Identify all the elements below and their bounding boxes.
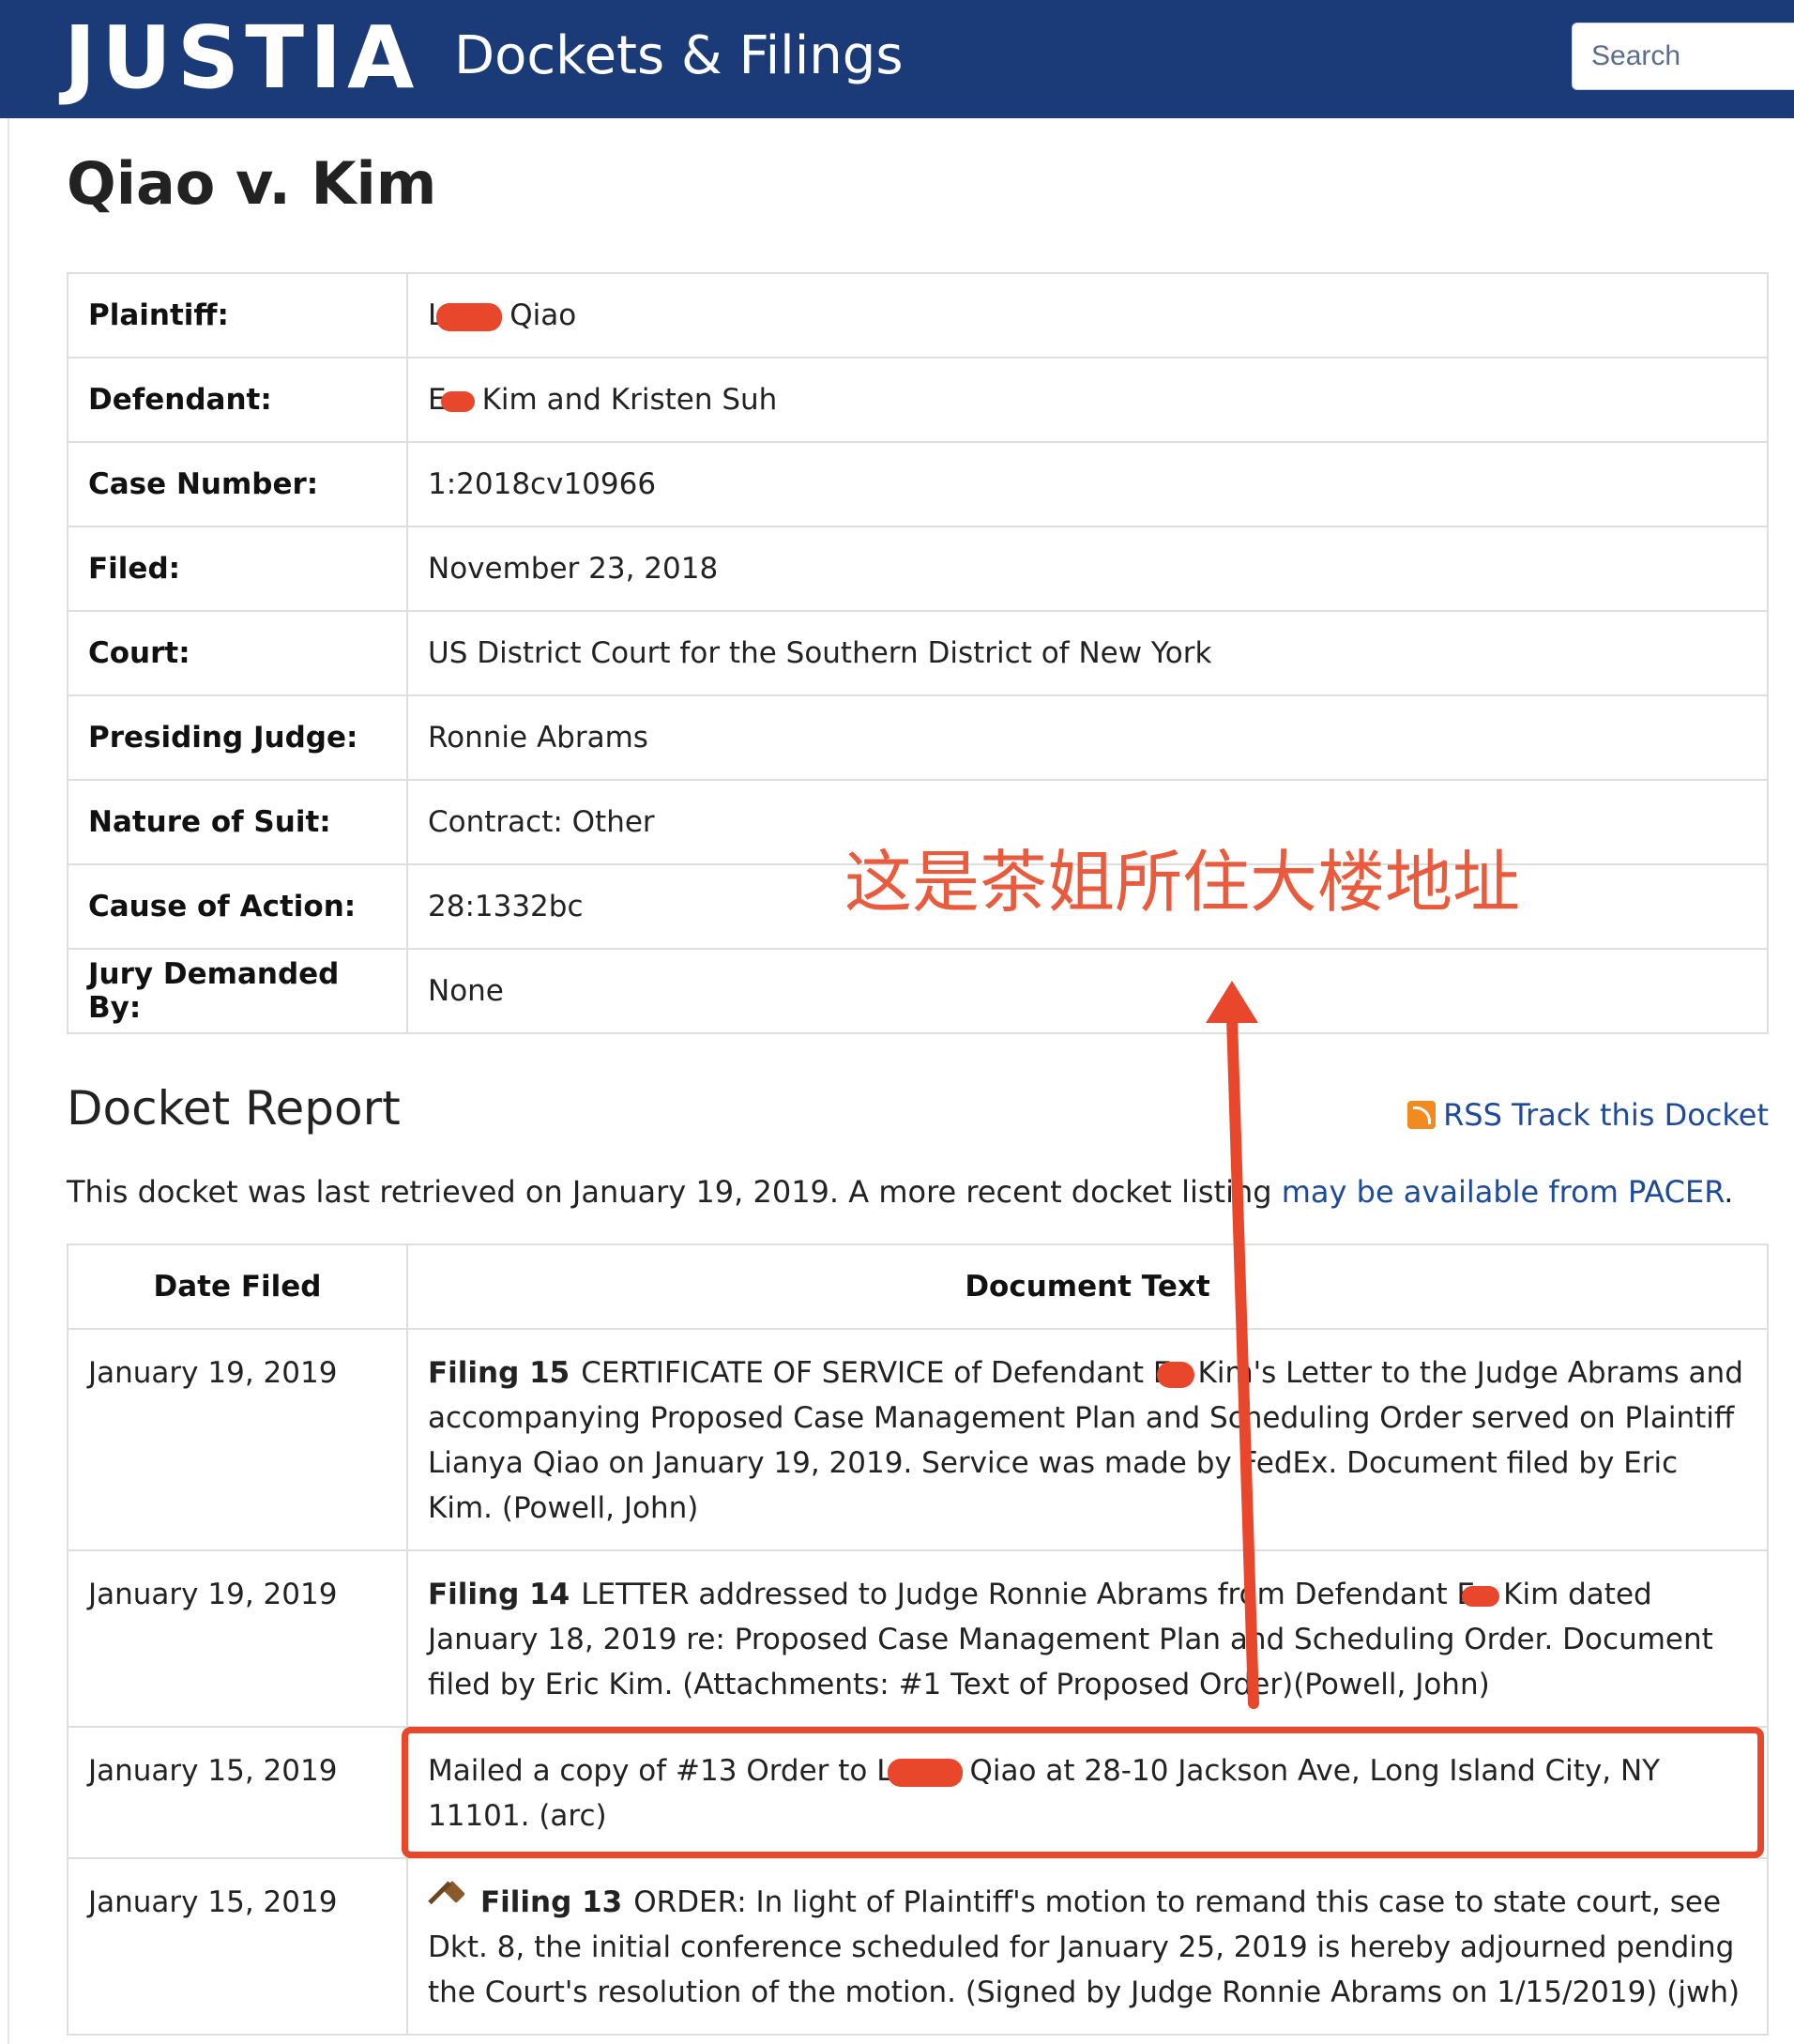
- field-label: Plaintiff:: [67, 272, 408, 358]
- field-label: Jury Demanded By:: [67, 948, 408, 1034]
- column-header-document: Document Text: [406, 1243, 1769, 1330]
- section-title[interactable]: Dockets & Filings: [454, 26, 904, 86]
- docket-report-heading: Docket Report: [67, 1081, 401, 1136]
- site-header: JUSTIA Dockets & Filings Search: [0, 0, 1794, 118]
- court-value: US District Court for the Southern Distr…: [406, 610, 1769, 696]
- field-label: Filed:: [67, 526, 408, 612]
- table-row: Plaintiff: LQiao: [67, 272, 1769, 358]
- column-header-date: Date Filed: [67, 1243, 408, 1330]
- docket-table: Date Filed Document Text January 19, 201…: [67, 1243, 1769, 2036]
- entry-date: January 15, 2019: [67, 1726, 408, 1859]
- entry-date: January 19, 2019: [67, 1549, 408, 1728]
- rss-track-link[interactable]: RSS Track this Docket: [1407, 1096, 1769, 1134]
- table-row: January 19, 2019 Filing 15 CERTIFICATE OF…: [67, 1328, 1769, 1551]
- table-row: Defendant: E Kim and Kristen Suh: [67, 357, 1769, 443]
- entry-text-start: LETTER addressed to Judge Ronnie Abrams …: [581, 1578, 1476, 1611]
- field-label: Case Number:: [67, 441, 408, 527]
- filing-link[interactable]: Filing 15: [428, 1356, 570, 1390]
- page-title: Qiao v. Kim: [67, 149, 437, 218]
- jury-demanded-value: None: [406, 948, 1769, 1034]
- case-number-value: 1:2018cv10966: [406, 441, 1769, 527]
- field-label: Presiding Judge:: [67, 694, 408, 781]
- redaction-mark: [440, 390, 475, 412]
- retrieved-end: .: [1724, 1174, 1734, 1210]
- redaction-mark: [1156, 1361, 1194, 1388]
- plaintiff-name-end: Qiao: [509, 298, 577, 332]
- plaintiff-value: LQiao: [406, 272, 1769, 358]
- rss-link-label[interactable]: RSS Track this Docket: [1443, 1097, 1769, 1133]
- defendant-value: E Kim and Kristen Suh: [406, 357, 1769, 443]
- filing-link[interactable]: Filing 14: [428, 1578, 570, 1611]
- field-label: Nature of Suit:: [67, 779, 408, 865]
- filing-link[interactable]: Filing 13: [480, 1885, 622, 1919]
- redaction-mark: [1462, 1585, 1500, 1607]
- annotation-text: 这是茶姐所住大楼地址: [844, 843, 1521, 922]
- search-input[interactable]: Search: [1572, 23, 1794, 90]
- table-header-row: Date Filed Document Text: [67, 1243, 1769, 1330]
- entry-date: January 15, 2019: [67, 1857, 408, 2036]
- redaction-mark: [436, 302, 503, 331]
- field-label: Court:: [67, 610, 408, 696]
- filed-value: November 23, 2018: [406, 526, 1769, 612]
- entry-text-start: CERTIFICATE OF SERVICE of Defendant E: [581, 1356, 1172, 1390]
- page-border: [8, 118, 9, 2044]
- table-row: Filed: November 23, 2018: [67, 526, 1769, 612]
- field-label: Defendant:: [67, 357, 408, 443]
- entry-text: Filing 15 CERTIFICATE OF SERVICE of Defen…: [406, 1328, 1769, 1551]
- defendant-name-end: Kim and Kristen Suh: [481, 383, 778, 417]
- rss-icon: [1407, 1101, 1437, 1129]
- annotation-highlight-box: [402, 1727, 1764, 1858]
- entry-date: January 19, 2019: [67, 1328, 408, 1551]
- table-row: January 15, 2019 Filing 13 ORDER: In ligh…: [67, 1857, 1769, 2036]
- justia-logo[interactable]: JUSTIA: [64, 13, 419, 103]
- gavel-icon: [428, 1880, 469, 1917]
- judge-value: Ronnie Abrams: [406, 694, 1769, 781]
- field-label: Cause of Action:: [67, 863, 408, 950]
- table-row: Case Number: 1:2018cv10966: [67, 441, 1769, 527]
- pacer-link[interactable]: may be available from PACER: [1282, 1174, 1725, 1210]
- entry-text: Filing 14 LETTER addressed to Judge Ronni…: [406, 1549, 1769, 1728]
- entry-text-start: ORDER: In light of Plaintiff's motion to…: [428, 1885, 1741, 2009]
- retrieved-text: This docket was last retrieved on Januar…: [67, 1174, 1272, 1210]
- entry-text: Filing 13 ORDER: In light of Plaintiff's …: [406, 1857, 1769, 2036]
- table-row: January 19, 2019 Filing 14 LETTER address…: [67, 1549, 1769, 1728]
- retrieved-note: This docket was last retrieved on Januar…: [67, 1173, 1733, 1211]
- table-row: Jury Demanded By: None: [67, 948, 1769, 1034]
- table-row: Court: US District Court for the Souther…: [67, 610, 1769, 696]
- table-row: Presiding Judge: Ronnie Abrams: [67, 694, 1769, 781]
